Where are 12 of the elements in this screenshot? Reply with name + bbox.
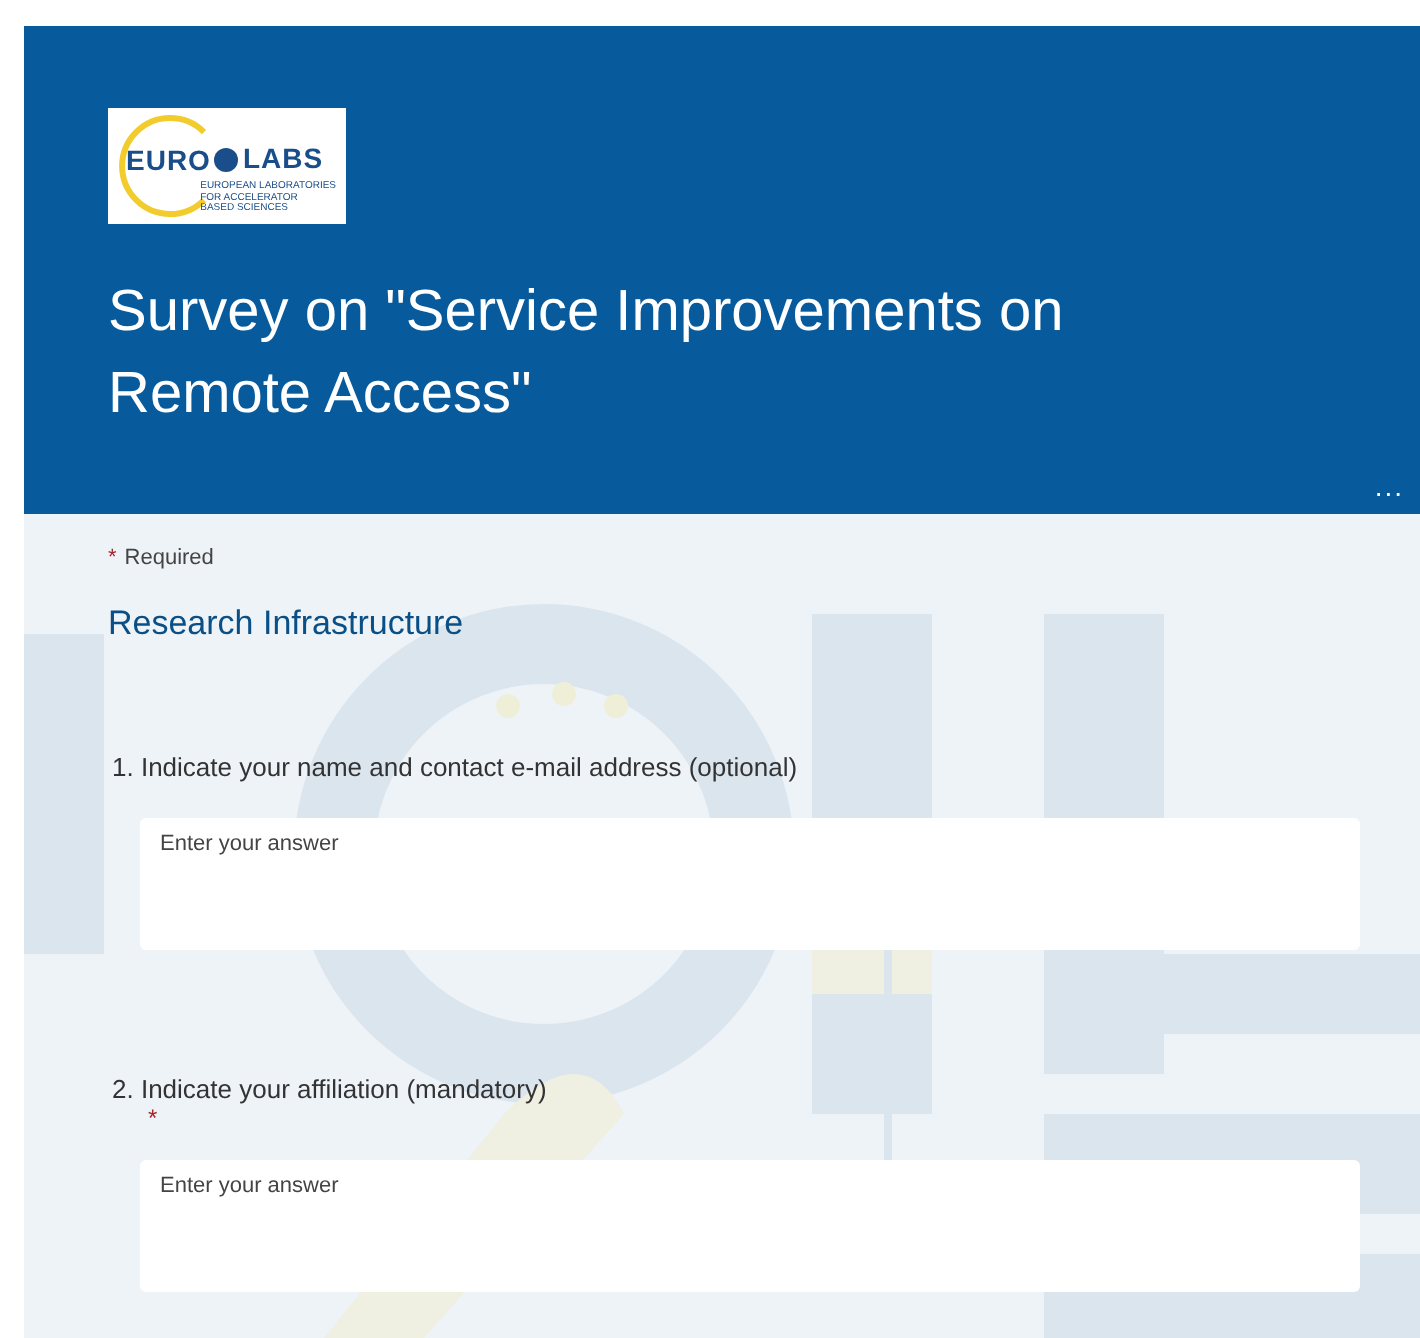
logo-text: EURO <box>126 144 211 176</box>
answer-field[interactable]: Enter your answer <box>140 818 1360 950</box>
answer-field[interactable]: Enter your answer <box>140 1160 1360 1292</box>
required-mark: * <box>146 1104 160 1132</box>
question-label: 2. Indicate your affiliation (mandatory) <box>110 1074 549 1104</box>
required-note: * Required <box>108 546 216 570</box>
more-button[interactable]: ... <box>1374 470 1404 502</box>
logo-text: LABS <box>242 142 324 174</box>
form-title: Survey on "Service Improvements on Remote Access" <box>108 278 1066 430</box>
section-title: Research Infrastructure <box>108 604 466 644</box>
question-label: 1. Indicate your name and contact e-mail address (optional) <box>110 752 800 782</box>
dot-icon <box>212 146 241 174</box>
